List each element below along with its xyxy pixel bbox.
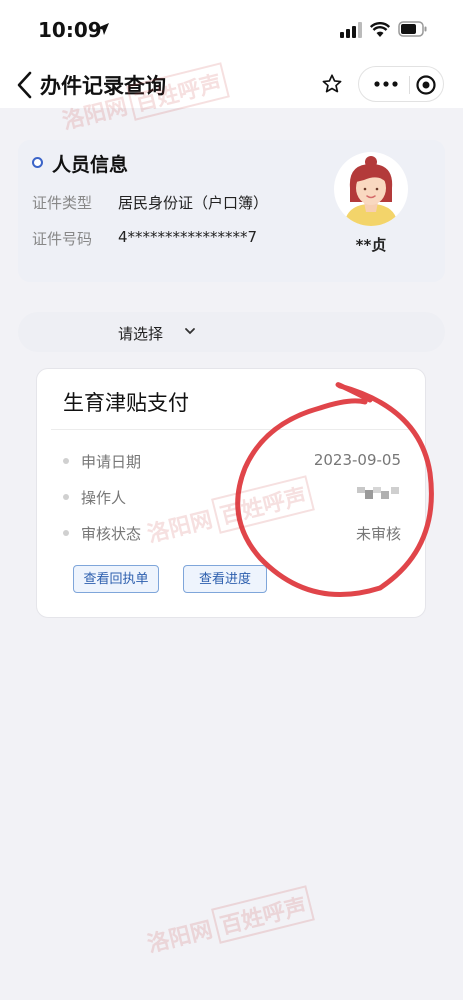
id-type-label: 证件类型: [32, 194, 93, 212]
status-value: 未审核: [355, 525, 401, 543]
view-receipt-button[interactable]: 查看回执单: [73, 565, 159, 593]
person-info-card: 人员信息 证件类型 居民身份证（户口簿） 证件号码 4*************…: [18, 140, 445, 282]
record-title: 生育津贴支付: [63, 391, 189, 415]
id-type-value: 居民身份证（户口簿）: [118, 194, 269, 212]
mini-program-capsule: [358, 66, 444, 102]
row-dot-icon: [63, 458, 69, 464]
status-bar: 10:09: [0, 0, 463, 62]
location-arrow-icon: [97, 23, 109, 35]
apply-date-value: 2023-09-05: [313, 451, 401, 469]
wifi-icon: [370, 22, 390, 37]
cellular-signal-icon: [340, 22, 362, 38]
id-number-label: 证件号码: [32, 230, 93, 248]
capsule-divider: [409, 76, 410, 94]
section-title: 人员信息: [52, 154, 129, 176]
blurred-operator-name: [357, 487, 399, 499]
section-dot-icon: [32, 157, 43, 168]
chevron-down-icon: [185, 328, 195, 335]
id-number-value: 4****************7: [118, 228, 258, 246]
star-icon: [322, 74, 342, 93]
card-divider: [51, 429, 413, 430]
more-dots-icon[interactable]: [371, 75, 401, 93]
row-dot-icon: [63, 494, 69, 500]
status-time: 10:09: [38, 18, 102, 42]
select-placeholder: 请选择: [118, 325, 164, 343]
row-dot-icon: [63, 530, 69, 536]
status-label: 审核状态: [81, 525, 142, 543]
page-title: 办件记录查询: [40, 74, 166, 98]
back-chevron-icon[interactable]: [14, 70, 36, 100]
watermark: 洛阳网百姓呼声: [143, 885, 315, 961]
favorite-button[interactable]: [314, 66, 350, 102]
battery-icon: [398, 21, 427, 37]
operator-label: 操作人: [81, 489, 127, 507]
apply-date-label: 申请日期: [81, 453, 142, 471]
record-type-select[interactable]: 请选择: [18, 312, 445, 352]
person-name: **贞: [355, 236, 387, 254]
watermark-box-text: 百姓呼声: [211, 885, 315, 944]
avatar-icon: [334, 152, 408, 226]
view-progress-button[interactable]: 查看进度: [183, 565, 267, 593]
close-target-icon[interactable]: [415, 74, 437, 96]
nav-bar: 办件记录查询: [0, 62, 463, 108]
record-card: 生育津贴支付 申请日期 2023-09-05 操作人 审核状态 未审核 查看回执…: [36, 368, 426, 618]
watermark-text: 洛阳网: [145, 917, 216, 958]
